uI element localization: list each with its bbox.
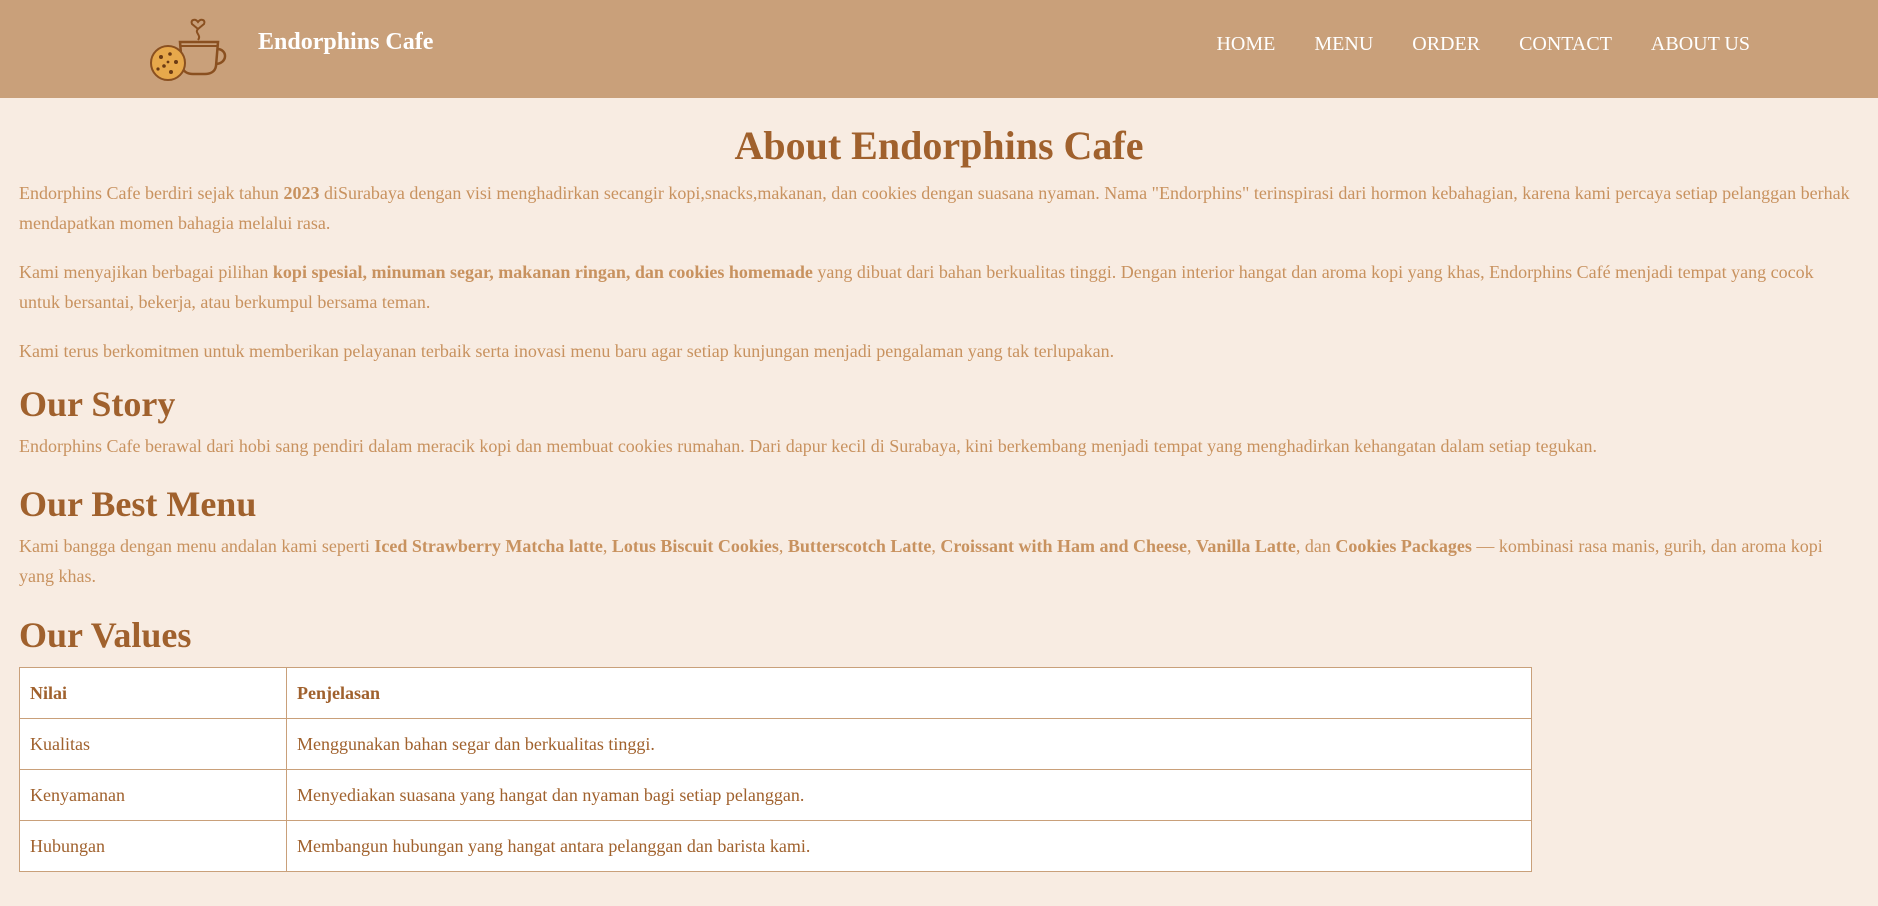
nav-link-home[interactable]: HOME	[1216, 33, 1275, 56]
brand-name[interactable]: Endorphins Cafe	[258, 29, 433, 56]
story-heading: Our Story	[19, 384, 176, 424]
table-header-row: Nilai Penjelasan	[19, 667, 1532, 719]
separator: ,	[778, 536, 788, 556]
story-text: Endorphins Cafe berawal dari hobi sang p…	[19, 436, 1597, 456]
menu-item: Iced Strawberry Matcha latte	[374, 536, 603, 556]
about-paragraph-3: Kami terus berkomitmen untuk memberikan …	[19, 341, 1115, 361]
about-paragraph-2: Kami menyajikan berbagai pilihan kopi sp…	[19, 257, 1859, 317]
navbar: Endorphins Cafe HOME MENU ORDER CONTACT …	[0, 0, 1878, 98]
nav-link-contact[interactable]: CONTACT	[1519, 33, 1612, 56]
nav-link-menu[interactable]: MENU	[1314, 33, 1373, 56]
table-row: Hubungan Membangun hubungan yang hangat …	[19, 820, 1532, 872]
value-description-cell: Menyediakan suasana yang hangat dan nyam…	[286, 769, 1532, 821]
separator-and: , dan	[1295, 536, 1336, 556]
menu-item: Croissant with Ham and Cheese	[940, 536, 1188, 556]
about-paragraph-1: Endorphins Cafe berdiri sejak tahun 2023…	[19, 178, 1859, 238]
coffee-cup-and-cookie-icon[interactable]	[150, 12, 236, 82]
values-table: Nilai Penjelasan Kualitas Menggunakan ba…	[19, 667, 1532, 872]
menu-item: Vanilla Latte	[1196, 536, 1296, 556]
value-name-cell: Kenyamanan	[19, 769, 287, 821]
column-header-penjelasan: Penjelasan	[286, 667, 1532, 719]
table-row: Kenyamanan Menyediakan suasana yang hang…	[19, 769, 1532, 821]
separator: ,	[931, 536, 941, 556]
best-menu-text: Kami bangga dengan menu andalan kami sep…	[19, 531, 1859, 591]
founding-year: 2023	[283, 183, 320, 203]
menu-item: Cookies Packages	[1335, 536, 1472, 556]
best-menu-heading: Our Best Menu	[19, 484, 257, 524]
main-content: About Endorphins Cafe Endorphins Cafe be…	[0, 123, 1878, 872]
separator: ,	[602, 536, 612, 556]
nav-menu: HOME MENU ORDER CONTACT ABOUT US	[1216, 33, 1750, 56]
about-p2-text-start: Kami menyajikan berbagai pilihan	[19, 262, 273, 282]
nav-link-order[interactable]: ORDER	[1412, 33, 1480, 56]
separator: ,	[1187, 536, 1197, 556]
value-description-cell: Membangun hubungan yang hangat antara pe…	[286, 820, 1532, 872]
value-description-cell: Menggunakan bahan segar dan berkualitas …	[286, 718, 1532, 770]
about-p2-highlight: kopi spesial, minuman segar, makanan rin…	[272, 262, 813, 282]
values-heading: Our Values	[19, 615, 192, 655]
column-header-nilai: Nilai	[19, 667, 287, 719]
page-title: About Endorphins Cafe	[734, 123, 1144, 168]
menu-item: Lotus Biscuit Cookies	[611, 536, 779, 556]
about-p1-text-start: Endorphins Cafe berdiri sejak tahun	[19, 183, 284, 203]
nav-link-about-us[interactable]: ABOUT US	[1651, 33, 1750, 56]
value-name-cell: Kualitas	[19, 718, 287, 770]
best-menu-intro: Kami bangga dengan menu andalan kami sep…	[19, 536, 375, 556]
table-row: Kualitas Menggunakan bahan segar dan ber…	[19, 718, 1532, 770]
value-name-cell: Hubungan	[19, 820, 287, 872]
menu-item: Butterscotch Latte	[787, 536, 932, 556]
